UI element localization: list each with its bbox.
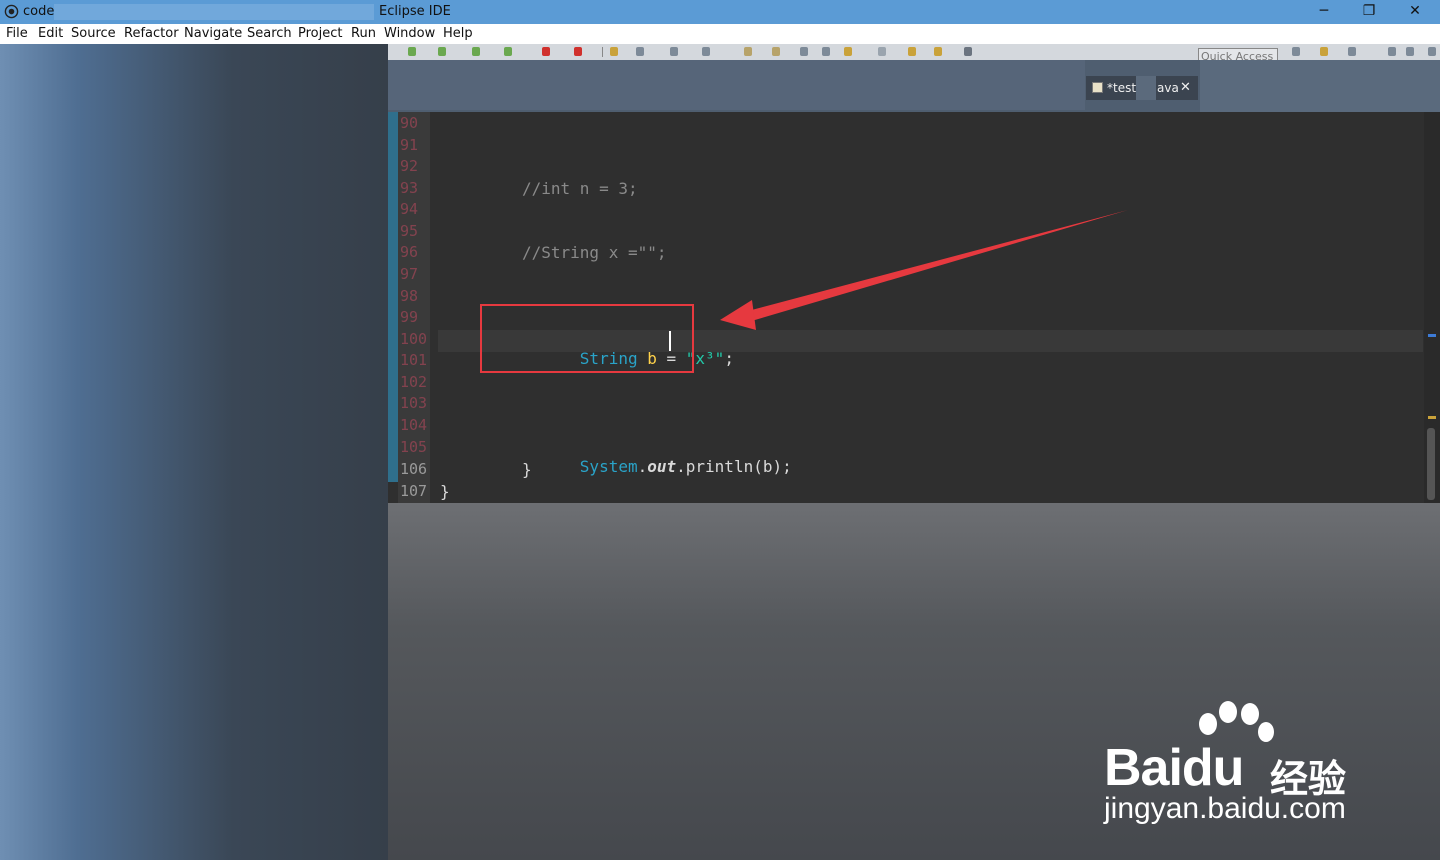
baidu-watermark: Baidu 经验 jingyan.baidu.com	[1100, 700, 1380, 840]
watermark-brand: Baidu	[1104, 739, 1244, 797]
arrow-head	[720, 300, 756, 330]
arrow-shaft	[744, 210, 1128, 322]
watermark-url: jingyan.baidu.com	[1104, 792, 1346, 825]
